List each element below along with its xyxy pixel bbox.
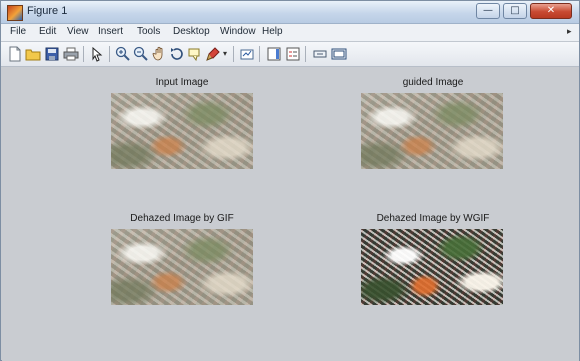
brush-dropdown-icon[interactable]: ▾ [223, 49, 227, 58]
figure-toolbar: ▾ [1, 42, 579, 67]
rotate-3d-icon[interactable] [169, 46, 185, 62]
zoom-out-icon[interactable] [133, 46, 149, 62]
menu-view[interactable]: View [67, 26, 89, 37]
guided-image [361, 93, 503, 169]
menu-edit[interactable]: Edit [39, 26, 56, 37]
toolbar-separator [259, 46, 260, 62]
panel-title-input: Input Image [155, 77, 209, 88]
minimize-icon: — [483, 5, 493, 16]
dehazed-wgif-image [361, 229, 503, 305]
save-icon[interactable] [44, 46, 60, 62]
dehazed-gif-image [111, 229, 253, 305]
pan-icon[interactable] [151, 46, 167, 62]
insert-legend-icon[interactable] [285, 46, 301, 62]
maximize-icon: □ [510, 5, 520, 16]
toolbar-separator [233, 46, 234, 62]
zoom-in-icon[interactable] [115, 46, 131, 62]
open-file-icon[interactable] [25, 46, 41, 62]
minimize-button[interactable]: — [476, 3, 500, 19]
close-button[interactable]: ✕ [530, 3, 572, 19]
menu-insert[interactable]: Insert [98, 26, 123, 37]
title-bar[interactable]: Figure 1 — □ ✕ [1, 1, 579, 24]
panel-title-guided: guided Image [402, 77, 464, 88]
panel-title-wgif: Dehazed Image by WGIF [376, 213, 490, 224]
close-icon: ✕ [546, 5, 556, 16]
link-plot-icon[interactable] [239, 46, 255, 62]
brush-icon[interactable] [205, 46, 221, 62]
menu-bar: File Edit View Insert Tools Desktop Wind… [1, 24, 579, 42]
toolbar-separator [305, 46, 306, 62]
input-image [111, 93, 253, 169]
toolbar-separator [83, 46, 84, 62]
figure-canvas: Input Image guided Image Dehazed Image b… [2, 67, 579, 361]
edit-plot-icon[interactable] [89, 46, 105, 62]
data-cursor-icon[interactable] [187, 46, 203, 62]
menu-overflow-icon[interactable]: ▸ [567, 26, 572, 37]
window-title: Figure 1 [27, 5, 68, 17]
hide-plot-tools-icon[interactable] [312, 46, 328, 62]
menu-desktop[interactable]: Desktop [173, 26, 210, 37]
insert-colorbar-icon[interactable] [266, 46, 282, 62]
menu-help[interactable]: Help [262, 26, 283, 37]
maximize-button[interactable]: □ [503, 3, 527, 19]
matlab-app-icon [7, 5, 23, 21]
menu-tools[interactable]: Tools [137, 26, 160, 37]
panel-title-gif: Dehazed Image by GIF [130, 213, 234, 224]
menu-window[interactable]: Window [220, 26, 256, 37]
print-icon[interactable] [63, 46, 79, 62]
menu-file[interactable]: File [10, 26, 26, 37]
figure-window: Figure 1 — □ ✕ File Edit View Insert Too… [0, 0, 580, 361]
new-figure-icon[interactable] [7, 46, 23, 62]
toolbar-separator [109, 46, 110, 62]
show-plot-tools-icon[interactable] [331, 46, 347, 62]
